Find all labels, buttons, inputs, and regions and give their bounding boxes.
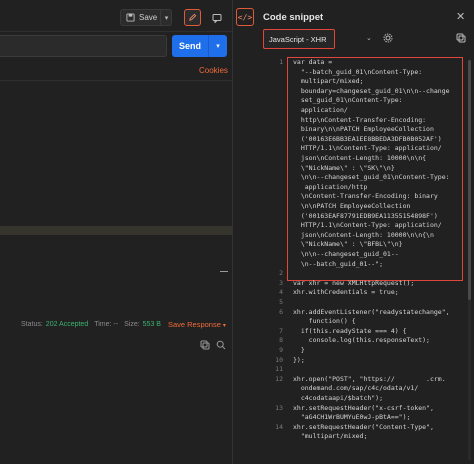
- gear-icon[interactable]: [383, 33, 393, 43]
- code-line: ondemand.com/sap/c4c/odata/v1/: [293, 384, 419, 393]
- code-snippet-toggle-button[interactable]: </>: [236, 8, 254, 26]
- copy-icon[interactable]: [456, 33, 466, 43]
- chevron-down-icon[interactable]: ⌄: [366, 34, 372, 42]
- copy-icon[interactable]: [200, 340, 210, 350]
- code-line: xhr.open("POST", "https:// .crm.: [293, 374, 446, 383]
- line-number: 7: [279, 326, 283, 335]
- code-line: \n\n--changeset_guid_01--: [293, 250, 399, 258]
- line-number: 3: [279, 278, 283, 287]
- request-pane: Save ▾ Send ▾ Cookies Status: 202 Accept…: [0, 0, 232, 464]
- line-number: 14: [275, 422, 283, 431]
- code-line: boundary=changeset_guid_01\n\n--change: [293, 86, 450, 95]
- line-number: 9: [279, 346, 283, 354]
- line-number: 11: [275, 365, 283, 374]
- comments-button[interactable]: [208, 9, 225, 26]
- save-response-label: Save Response: [167, 319, 221, 329]
- save-dropdown-chevron-icon[interactable]: ▾: [160, 9, 172, 26]
- code-line: HTTP/1.1\nContent-Type: application/: [293, 221, 442, 230]
- code-snippet-panel: Code snippet ✕ JavaScript - XHR ⌄ 1 var d…: [256, 0, 474, 464]
- code-line: }: [293, 346, 305, 354]
- code-line: \nContent-Transfer-Encoding: binary: [293, 192, 438, 201]
- pencil-icon: [189, 13, 197, 21]
- code-line: set_guid_01\nContent-Type:: [293, 96, 403, 105]
- size-value[interactable]: 553 B: [143, 321, 161, 328]
- code-line: c4codataapi/$batch");: [293, 394, 384, 402]
- code-line: ('00163E6BB3EA1EE8BBEDA3DFB0B052AF'): [293, 134, 442, 143]
- size-label: Size:: [124, 320, 140, 328]
- code-line: json\nContent-Length: 10000\n\n{: [293, 154, 427, 162]
- resize-handle[interactable]: [220, 271, 228, 272]
- line-number: 6: [279, 307, 283, 316]
- chevron-down-icon: ▾: [222, 322, 226, 329]
- save-response-button[interactable]: Save Response ▾: [168, 320, 226, 329]
- app-window: Save ▾ Send ▾ Cookies Status: 202 Accept…: [0, 0, 474, 464]
- code-line: });: [293, 355, 305, 364]
- code-line: var data =: [293, 58, 333, 66]
- code-line: xhr.setRequestHeader("Content-Type",: [293, 422, 434, 431]
- code-line: \n\nPATCH EmployeeCollection: [293, 202, 411, 210]
- code-line: \"NickName\" : \"BFBL\"\n}: [293, 240, 403, 249]
- code-line: application/: [293, 106, 348, 114]
- cookies-link[interactable]: Cookies: [199, 66, 228, 75]
- send-dropdown-chevron-icon[interactable]: ▾: [208, 35, 227, 57]
- code-line: json\nContent-Length: 10000\n\n{\n: [293, 230, 434, 239]
- code-line: HTTP/1.1\nContent-Type: application/: [293, 144, 442, 153]
- code-line: "multipart/mixed;: [293, 432, 368, 441]
- code-line: var xhr = new XMLHttpRequest();: [293, 278, 415, 287]
- code-line: \"NickName\" : \"SK\"\n}: [293, 163, 395, 172]
- scrollbar-thumb[interactable]: [468, 60, 471, 300]
- code-line: binary\n\nPATCH EmployeeCollection: [293, 125, 434, 134]
- response-status-bar: Status: 202 Accepted Time: -- Size: 553 …: [0, 317, 232, 331]
- line-number: 4: [279, 288, 283, 297]
- code-line: \n\n--changeset_guid_01\nContent-Type:: [293, 173, 450, 182]
- code-line: "--batch_guid_01\nContent-Type:: [293, 67, 423, 76]
- request-toolbar: Save ▾: [0, 0, 232, 32]
- close-icon[interactable]: ✕: [456, 10, 465, 23]
- panel-title: Code snippet: [263, 12, 324, 23]
- code-icon: </>: [237, 12, 253, 22]
- search-icon[interactable]: [216, 340, 226, 350]
- status-value[interactable]: 202 Accepted: [46, 321, 88, 328]
- code-line: "aG4CH1WrBUMYuE0wJ-pBtA==");: [293, 413, 411, 422]
- save-button-label: Save: [139, 13, 158, 22]
- response-time: Time: --: [94, 320, 119, 328]
- edit-button[interactable]: [184, 9, 201, 26]
- code-line: http\nContent-Transfer-Encoding:: [293, 115, 427, 124]
- line-number: 13: [275, 403, 283, 412]
- code-line: function() {: [293, 317, 356, 326]
- code-line: xhr.addEventListener("readystatechange",: [293, 307, 450, 316]
- comment-icon: [212, 13, 221, 23]
- request-body-editor[interactable]: [0, 80, 232, 310]
- code-line: multipart/mixed;: [293, 77, 364, 86]
- line-number: 8: [279, 336, 283, 345]
- line-number: 10: [275, 355, 283, 364]
- line-number: 1: [279, 58, 283, 66]
- url-input[interactable]: [0, 35, 167, 57]
- send-button[interactable]: Send: [172, 35, 208, 57]
- code-line: \n--batch_guid_01--";: [293, 259, 384, 268]
- line-number: 5: [279, 298, 283, 306]
- line-number: 12: [275, 374, 283, 383]
- language-select-value: JavaScript - XHR: [269, 34, 327, 44]
- status-label: Status:: [21, 320, 43, 328]
- editor-highlight-line: [0, 226, 232, 235]
- pane-divider[interactable]: [232, 0, 233, 464]
- language-select[interactable]: JavaScript - XHR: [263, 29, 335, 49]
- save-icon: [126, 13, 135, 22]
- code-line: if(this.readyState === 4) {: [293, 326, 407, 335]
- code-line: application/http: [293, 182, 368, 191]
- code-line: console.log(this.responseText);: [293, 336, 430, 345]
- code-snippet-editor[interactable]: 1 var data = "--batch_guid_01\nContent-Ty…: [256, 56, 474, 456]
- code-line: xhr.setRequestHeader("x-csrf-token",: [293, 403, 434, 412]
- line-number: 2: [279, 269, 283, 278]
- code-line: ('00163EAF87791EDB9EA11355154898F'): [293, 211, 438, 220]
- code-line: xhr.withCredentials = true;: [293, 288, 399, 297]
